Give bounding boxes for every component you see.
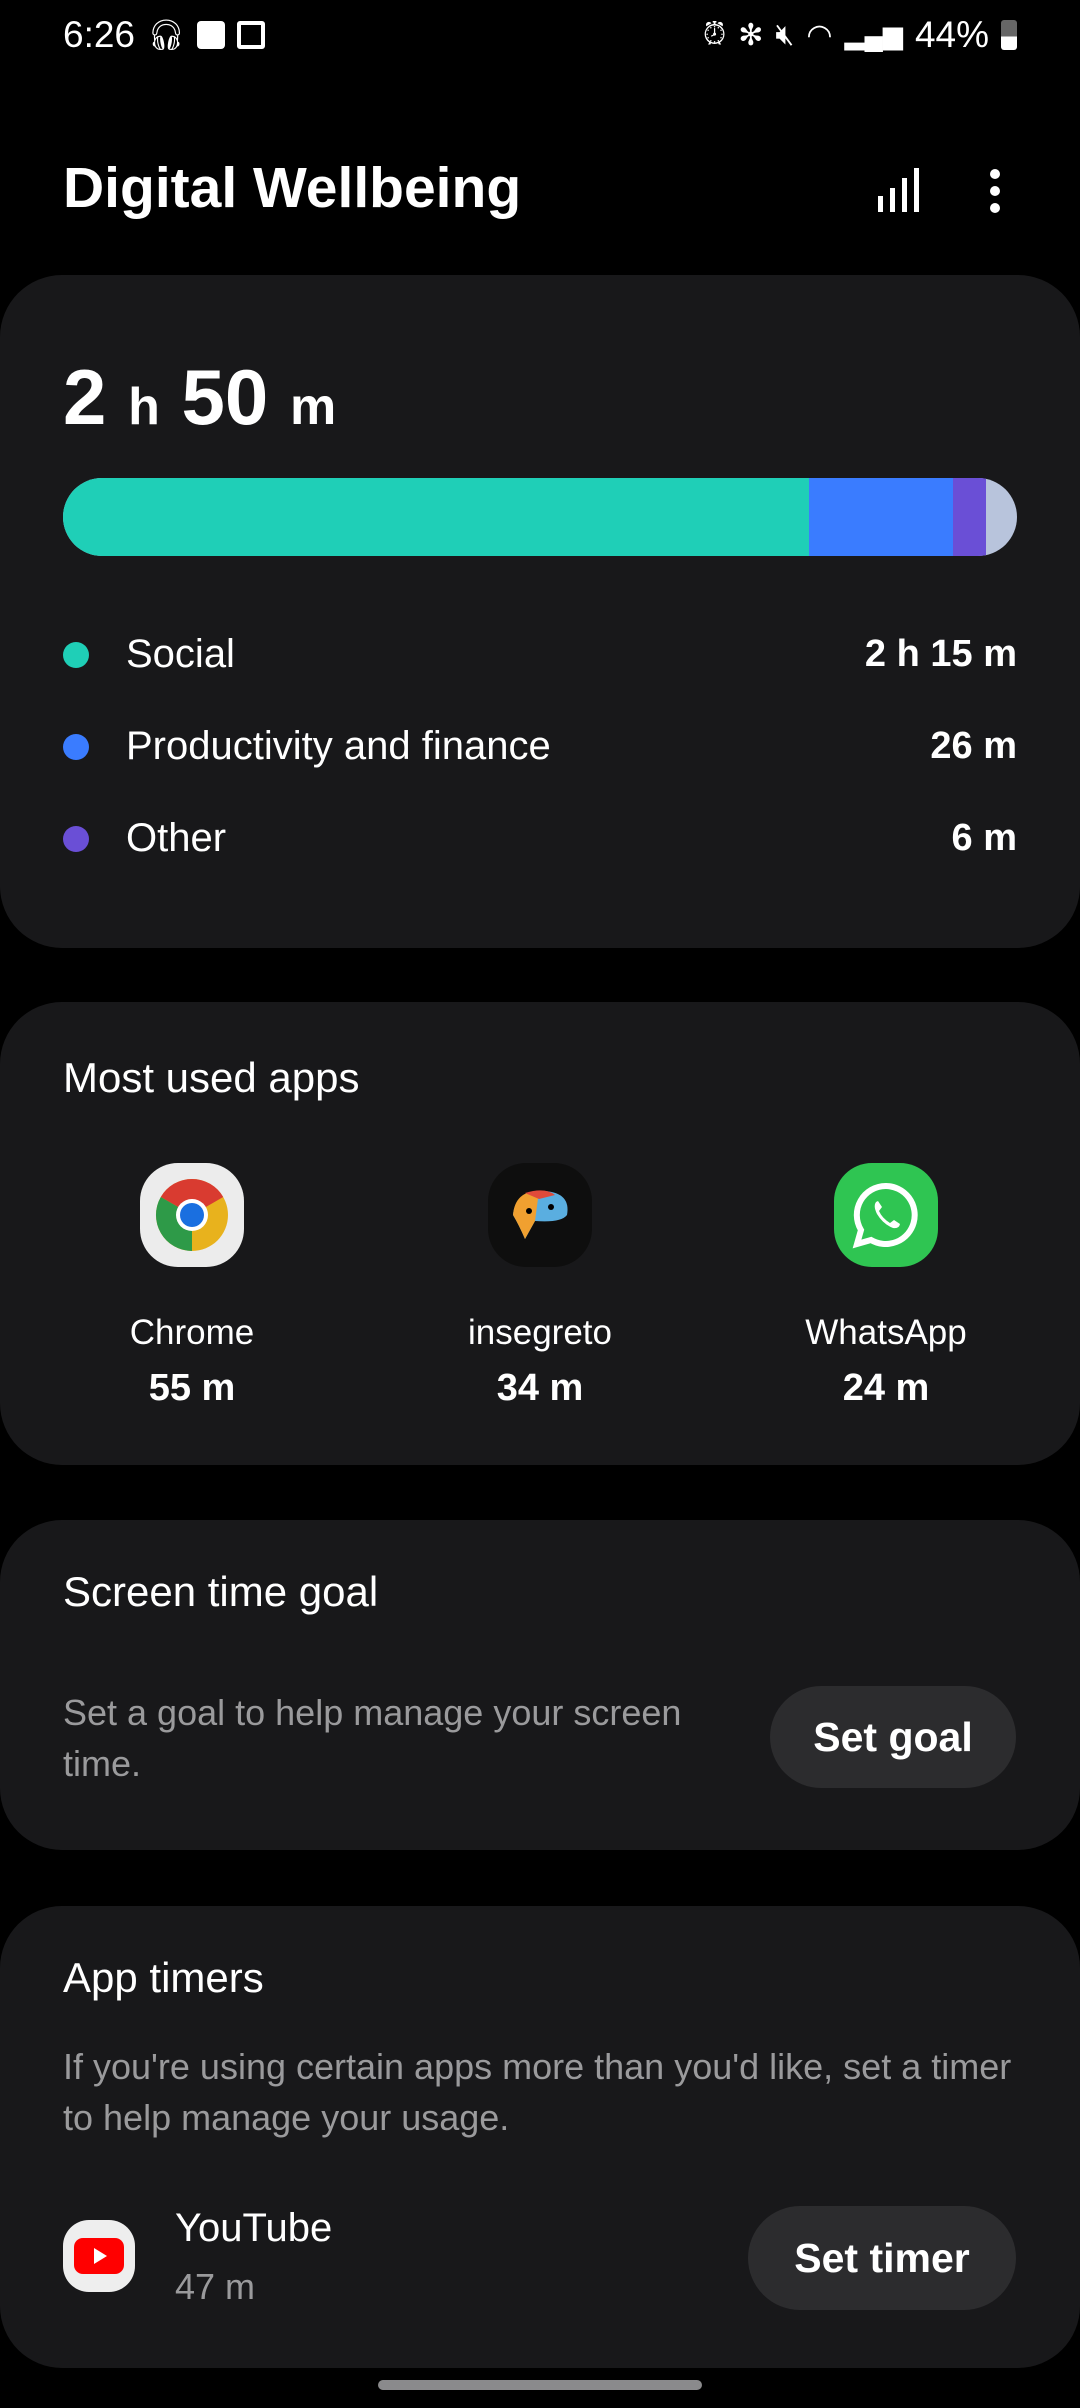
insegreto-icon [488,1163,592,1267]
set-goal-button[interactable]: Set goal [770,1686,1016,1788]
whatsapp-icon [834,1163,938,1267]
alarm-icon: ⏰︎ [702,18,727,51]
app-name: insegreto [468,1313,612,1352]
timers-description: If you're using certain apps more than y… [63,2046,1012,2138]
more-options-icon[interactable] [984,168,1006,214]
category-label: Social [126,632,235,676]
category-label: Other [126,816,227,860]
goal-title: Screen time goal [63,1568,379,1615]
gallery-icon [197,21,226,49]
youtube-icon [63,2220,135,2292]
page-title: Digital Wellbeing [63,156,522,220]
app-whatsapp[interactable]: WhatsApp 24 m [756,1163,1016,1410]
usage-segment-social [63,478,810,556]
battery-text: 44% [914,14,989,55]
app-time: 34 m [496,1367,584,1409]
legend-dot [63,825,89,852]
usage-segment-other [952,478,987,556]
usage-segment-productivity [809,478,953,556]
wifi-icon: ◠ [806,18,833,52]
mute-icon: 🔇︎ [775,18,795,51]
status-bar: 6:26 🎧︎ ⏰︎ ✻ 🔇︎ ◠ ▂▄▆ 44% [63,12,1017,58]
app-insegreto[interactable]: insegreto 34 m [410,1163,670,1410]
headphones-icon: 🎧︎ [147,18,186,52]
calendar-icon [237,21,266,49]
legend-row[interactable]: Productivity and finance 26 m [63,724,1017,769]
app-time: 24 m [842,1367,930,1409]
most-used-title: Most used apps [63,1054,360,1101]
category-label: Productivity and finance [126,724,551,768]
category-time: 2 h 15 m [864,633,1017,675]
usage-bar [63,478,1017,556]
app-name: WhatsApp [805,1313,967,1352]
app-time: 55 m [148,1367,236,1409]
timers-title: App timers [63,1954,264,2001]
total-screen-time: 2 h 50 m [63,353,337,441]
app-chrome[interactable]: Chrome 55 m [62,1163,322,1410]
clock: 6:26 [63,14,136,55]
category-time: 26 m [930,725,1017,767]
timer-app-name: YouTube [175,2206,333,2250]
signal-icon: ▂▄▆ [844,19,903,50]
legend-dot [63,641,89,668]
app-name: Chrome [129,1313,255,1352]
legend-row[interactable]: Other 6 m [63,816,1017,861]
timer-app-time: 47 m [175,2266,256,2307]
goal-description: Set a goal to help manage your screen ti… [63,1692,682,1784]
home-indicator[interactable] [378,2380,702,2390]
legend-row[interactable]: Social 2 h 15 m [63,632,1017,677]
set-timer-button[interactable]: Set timer [748,2206,1016,2310]
category-time: 6 m [951,817,1017,859]
bluetooth-icon: ✻ [738,18,764,52]
legend-dot [63,733,89,760]
stats-icon[interactable] [876,168,922,214]
chrome-icon [140,1163,244,1267]
battery-icon [1001,20,1017,50]
